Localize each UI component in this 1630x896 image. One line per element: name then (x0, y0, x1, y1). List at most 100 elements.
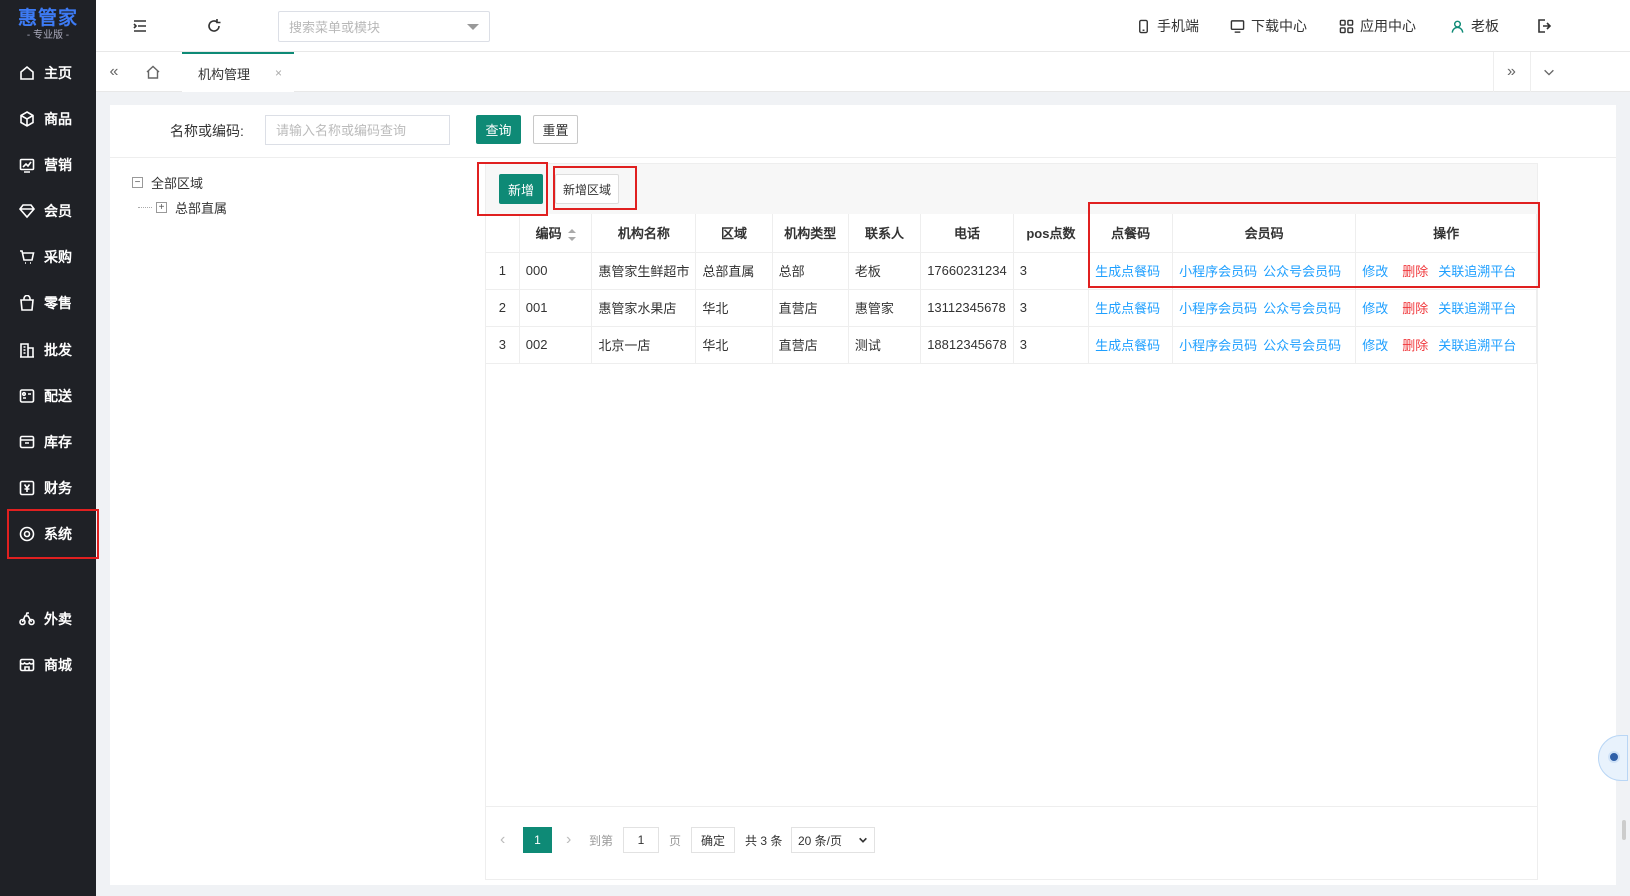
sidebar-item-finance[interactable]: 财务 (0, 468, 96, 508)
sidebar-item-inventory[interactable]: 库存 (0, 422, 96, 462)
sidebar-item-label: 采购 (44, 249, 72, 265)
cell-region: 华北 (695, 326, 773, 364)
delete-link[interactable]: 删除 (1402, 264, 1428, 279)
delete-link[interactable]: 删除 (1402, 301, 1428, 316)
expand-toggle-icon[interactable]: + (156, 202, 167, 213)
trace-platform-link[interactable]: 关联追溯平台 (1438, 264, 1516, 279)
mobile-link[interactable]: 手机端 (1136, 16, 1199, 36)
tab-org-management[interactable]: 机构管理 × (182, 52, 294, 92)
sidebar-item-marketing[interactable]: 营销 (0, 145, 96, 185)
name-code-search-input[interactable] (265, 115, 450, 145)
prev-page-icon[interactable]: ‹ (500, 827, 505, 853)
cell-member-code: 小程序会员码 公众号会员码 (1172, 326, 1357, 364)
sidebar-item-takeout[interactable]: 外卖 (0, 599, 96, 639)
cell-order-code: 生成点餐码 (1088, 289, 1174, 327)
tab-scroll-left-icon[interactable]: « (96, 52, 132, 92)
cell-phone: 18812345678 (920, 326, 1014, 364)
cell-actions: 修改 删除 关联追溯平台 (1355, 289, 1537, 327)
sidebar-item-system[interactable]: 系统 (7, 509, 99, 559)
search-placeholder: 搜索菜单或模块 (289, 20, 381, 35)
sidebar-item-label: 外卖 (44, 611, 72, 627)
app-center-link[interactable]: 应用中心 (1339, 16, 1416, 36)
bike-icon (18, 610, 36, 628)
tab-scroll-right-icon[interactable]: » (1493, 52, 1529, 92)
miniprogram-member-code-link[interactable]: 小程序会员码 (1179, 338, 1257, 353)
col-region: 区域 (695, 214, 773, 253)
table-row[interactable]: 1 000 惠管家生鲜超市 总部直属 总部 老板 17660231234 3 生成点餐码 小程序会… (486, 252, 1537, 290)
miniprogram-member-code-link[interactable]: 小程序会员码 (1179, 264, 1257, 279)
edit-link[interactable]: 修改 (1362, 338, 1388, 353)
official-account-member-code-link[interactable]: 公众号会员码 (1263, 301, 1341, 316)
download-center-link[interactable]: 下载中心 (1230, 16, 1307, 36)
diamond-icon (18, 202, 36, 220)
tree-node-label[interactable]: 总部直属 (175, 198, 227, 217)
logo[interactable]: 惠管家 - 专业版 - (0, 0, 96, 50)
tab-menu-chevron-icon[interactable] (1530, 52, 1566, 92)
assistant-icon (1608, 751, 1620, 763)
delete-link[interactable]: 删除 (1402, 338, 1428, 353)
goto-page-input[interactable]: 1 (623, 827, 659, 853)
sidebar-item-label: 批发 (44, 342, 72, 358)
cell-order-code: 生成点餐码 (1088, 326, 1174, 364)
generate-order-code-link[interactable]: 生成点餐码 (1095, 301, 1160, 316)
official-account-member-code-link[interactable]: 公众号会员码 (1263, 338, 1341, 353)
sidebar-item-label: 配送 (44, 388, 72, 404)
goto-label: 到第 (589, 833, 614, 848)
trace-platform-link[interactable]: 关联追溯平台 (1438, 338, 1516, 353)
chevron-down-icon (859, 837, 867, 843)
yen-icon (18, 479, 36, 497)
sidebar-item-label: 商品 (44, 111, 72, 127)
page-1-button[interactable]: 1 (523, 827, 552, 853)
menu-search-input[interactable]: 搜索菜单或模块 (278, 11, 490, 42)
user-menu[interactable]: 老板 (1450, 16, 1499, 36)
page-size-select[interactable]: 20 条/页 (791, 827, 875, 853)
menu-collapse-icon[interactable] (130, 16, 150, 36)
tab-close-icon[interactable]: × (275, 66, 282, 80)
cell-pos-count: 3 (1013, 289, 1090, 327)
logo-text: 惠管家 (17, 8, 78, 29)
divider (110, 157, 1616, 158)
tree-node-hq[interactable]: + 总部直属 (132, 195, 227, 220)
goto-confirm-button[interactable]: 确定 (691, 827, 735, 853)
reset-button[interactable]: 重置 (533, 115, 578, 144)
sidebar-item-home[interactable]: 主页 (0, 53, 96, 93)
sidebar-item-label: 零售 (44, 295, 72, 311)
cell-actions: 修改 删除 关联追溯平台 (1355, 326, 1537, 364)
tree-node-label[interactable]: 全部区域 (151, 173, 203, 192)
filter-label: 名称或编码: (170, 123, 244, 139)
total-count: 共 3 条 (745, 833, 783, 848)
sidebar-item-goods[interactable]: 商品 (0, 99, 96, 139)
trace-platform-link[interactable]: 关联追溯平台 (1438, 301, 1516, 316)
edit-link[interactable]: 修改 (1362, 264, 1388, 279)
collapse-toggle-icon[interactable]: − (132, 177, 143, 188)
sidebar-item-delivery[interactable]: 配送 (0, 376, 96, 416)
sidebar-item-purchase[interactable]: 采购 (0, 237, 96, 277)
sidebar-item-label: 商城 (44, 657, 72, 673)
col-pos-count: pos点数 (1013, 214, 1090, 253)
sidebar-item-retail[interactable]: 零售 (0, 283, 96, 323)
add-region-button[interactable]: 新增区域 (555, 174, 619, 204)
sidebar-item-wholesale[interactable]: 批发 (0, 330, 96, 370)
scrollbar[interactable] (1622, 820, 1626, 840)
sidebar-item-member[interactable]: 会员 (0, 191, 96, 231)
logout-icon[interactable] (1534, 16, 1554, 36)
table-row[interactable]: 2 001 惠管家水果店 华北 直营店 惠管家 13112345678 3 生成点餐码 小程序会员… (486, 289, 1537, 327)
next-page-icon[interactable]: › (566, 827, 571, 853)
sort-icon[interactable] (567, 228, 576, 241)
miniprogram-member-code-link[interactable]: 小程序会员码 (1179, 301, 1257, 316)
org-grid-panel: 新增 新增区域 编码 机构名称 区域 机构类型 联系人 电话 pos点数 点餐码… (485, 163, 1538, 880)
generate-order-code-link[interactable]: 生成点餐码 (1095, 264, 1160, 279)
table-row[interactable]: 3 002 北京一店 华北 直营店 测试 18812345678 3 生成点餐码 小程序会员码 公众… (486, 326, 1537, 364)
mobile-label: 手机端 (1157, 18, 1199, 34)
generate-order-code-link[interactable]: 生成点餐码 (1095, 338, 1160, 353)
tree-node-all[interactable]: − 全部区域 (132, 170, 227, 195)
home-tab-icon[interactable] (135, 52, 171, 92)
sidebar-item-mall[interactable]: 商城 (0, 645, 96, 685)
query-button[interactable]: 查询 (476, 115, 521, 144)
official-account-member-code-link[interactable]: 公众号会员码 (1263, 264, 1341, 279)
refresh-icon[interactable] (204, 16, 224, 36)
col-contact: 联系人 (848, 214, 922, 253)
add-button[interactable]: 新增 (499, 174, 543, 204)
edit-link[interactable]: 修改 (1362, 301, 1388, 316)
col-code[interactable]: 编码 (519, 214, 593, 253)
